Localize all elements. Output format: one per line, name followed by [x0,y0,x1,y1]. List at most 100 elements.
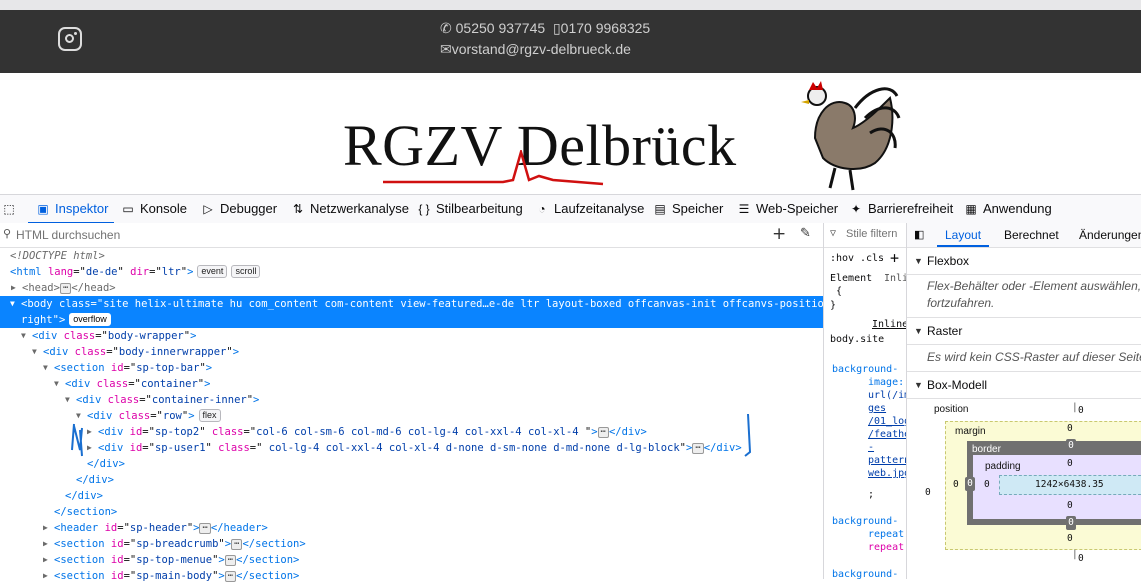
collapse-triangle-icon[interactable]: ▼ [43,360,48,376]
tab-aenderungen[interactable]: Änderungen [1079,228,1141,242]
tree-line-top-menue[interactable]: ▶ <section id="sp-top-menue"> ⋯ </section> [0,552,823,568]
expand-triangle-icon[interactable]: ▶ [43,536,48,552]
tree-line-row[interactable]: ▼ <div class="row"> flex [0,408,823,424]
border-left-value[interactable]: 0 [965,477,975,491]
boxmodel-section-header[interactable]: ▼ Box-Modell [907,371,1141,399]
rule-value-repeat[interactable]: repeat; [868,542,906,553]
tab-speicher[interactable]: ▤ Speicher [653,195,723,223]
html-search-input[interactable]: HTML durchsuchen [16,228,120,242]
padding-top-value[interactable]: 0 [1067,458,1073,469]
phone-2[interactable]: 0170 9968325 [561,20,651,36]
tab-web-speicher[interactable]: ☰ Web-Speicher [737,195,839,223]
collapse-triangle-icon[interactable]: ▼ [54,376,59,392]
tree-line-close-section[interactable]: </section> [0,504,823,520]
overflow-badge[interactable]: overflow [69,313,111,326]
add-rule-icon[interactable]: + [890,249,899,267]
collapsed-dots-icon[interactable]: ⋯ [231,539,243,550]
collapsed-dots-icon[interactable]: ⋯ [59,283,72,294]
rule-prop-bg-image-2[interactable]: image: [868,377,904,388]
collapsed-dots-icon[interactable]: ⋯ [597,427,609,438]
tab-debugger[interactable]: ▷ Debugger [201,195,277,223]
position-top-value[interactable]: 0 [1078,405,1084,416]
collapse-triangle-icon[interactable]: ▼ [32,344,37,360]
expand-triangle-icon[interactable]: ▶ [11,280,16,296]
scroll-badge[interactable]: scroll [231,265,261,278]
flex-badge[interactable]: flex [198,409,221,422]
tree-line-html[interactable]: <html lang="de-de" dir="ltr"> event scroll [0,264,823,280]
tab-layout[interactable]: Layout [945,228,981,242]
tree-line-close-div[interactable]: </div> [0,472,823,488]
collapse-triangle-icon[interactable]: ▼ [65,392,70,408]
tree-line-breadcrumb[interactable]: ▶ <section id="sp-breadcrumb"> ⋯ </section… [0,536,823,552]
collapsed-dots-icon[interactable]: ⋯ [199,523,211,534]
tree-line-main-body[interactable]: ▶ <section id="sp-main-body"> ⋯ </section> [0,568,823,584]
phone-1[interactable]: 05250 937745 [456,20,546,36]
border-top-value[interactable]: 0 [1066,439,1076,453]
position-left-value[interactable]: 0 [925,487,931,498]
event-badge[interactable]: event [197,265,228,278]
tree-line-close-div[interactable]: </div> [0,456,823,472]
tree-line-header[interactable]: ▶ <header id="sp-header"> ⋯ </header> [0,520,823,536]
eyedropper-icon[interactable]: ✎ [800,226,811,241]
rule-url-part[interactable]: url(/im [868,390,906,401]
tree-line-doctype[interactable]: <!DOCTYPE html> [0,248,823,264]
tab-barrierefreiheit[interactable]: ✦ Barrierefreiheit [849,195,953,223]
rule-prop-bg-repeat[interactable]: background- [832,516,898,527]
rule-url-part[interactable]: pattern [868,455,906,466]
expand-triangle-icon[interactable]: ▶ [43,552,48,568]
tab-inspektor[interactable]: ▣ Inspektor [27,195,116,224]
expand-triangle-icon[interactable]: ▶ [43,568,48,584]
tree-line-head[interactable]: ▶ <head> ⋯ </head> [0,280,823,296]
email-link[interactable]: vorstand@rgzv-delbrueck.de [452,41,631,57]
position-bottom-value[interactable]: 0 [1078,553,1084,564]
sidebar-toggle-icon[interactable]: ◧ [914,228,924,241]
tree-line-sp-user1[interactable]: ▶ <div id="sp-user1" class=" col-lg-4 co… [0,440,823,456]
tree-line-body-wrapper[interactable]: ▼ <div class="body-wrapper"> [0,328,823,344]
content-size[interactable]: 1242×6438.35 [1035,479,1104,490]
tab-anwendung[interactable]: ▦ Anwendung [964,195,1051,223]
hov-toggle[interactable]: :hov [830,253,854,264]
tree-line-section-top-bar[interactable]: ▼ <section id="sp-top-bar"> [0,360,823,376]
tree-line-close-div[interactable]: </div> [0,488,823,504]
grid-section-header[interactable]: ▼ Raster [907,317,1141,345]
instagram-icon[interactable] [58,27,82,51]
collapsed-dots-icon[interactable]: ⋯ [224,571,237,582]
tab-laufzeitanalyse[interactable]: ◔ Laufzeitanalyse [535,195,644,223]
rule-url-part[interactable]: /01_log [868,416,906,427]
rule-url-part[interactable]: - [868,442,874,453]
cls-toggle[interactable]: .cls [860,253,884,264]
collapsed-dots-icon[interactable]: ⋯ [224,555,237,566]
rule-prop-bg-more[interactable]: background- [832,569,898,579]
tree-line-sp-top2[interactable]: ▶ <div id="sp-top2" class="col-6 col-sm-… [0,424,823,440]
rule-url-part[interactable]: ges [868,403,886,414]
rule-url-part[interactable]: /feathe [868,429,906,440]
tab-berechnet[interactable]: Berechnet [1004,228,1059,242]
padding-bottom-value[interactable]: 0 [1067,500,1073,511]
rules-filter-input[interactable]: Stile filtern [846,228,897,240]
collapse-triangle-icon[interactable]: ▼ [21,328,26,344]
margin-top-value[interactable]: 0 [1067,423,1073,434]
margin-left-value[interactable]: 0 [953,479,959,490]
padding-left-value[interactable]: 0 [984,479,990,490]
collapsed-dots-icon[interactable]: ⋯ [692,443,704,454]
border-bottom-value[interactable]: 0 [1066,516,1076,530]
tab-stilbearbeitung[interactable]: { } Stilbearbeitung [417,195,522,223]
element-picker-icon[interactable]: ⬚ [2,195,21,223]
flexbox-section-header[interactable]: ▼ Flexbox [907,247,1141,275]
tree-line-body-innerwrapper[interactable]: ▼ <div class="body-innerwrapper"> [0,344,823,360]
rule-prop-bg-repeat-2[interactable]: repeat: [868,529,906,540]
tree-line-container[interactable]: ▼ <div class="container"> [0,376,823,392]
margin-bottom-value[interactable]: 0 [1067,533,1073,544]
tree-line-body-selected-cont[interactable]: right"> overflow [0,312,823,328]
tab-netzwerkanalyse[interactable]: ⇅ Netzwerkanalyse [291,195,409,223]
tree-line-container-inner[interactable]: ▼ <div class="container-inner"> [0,392,823,408]
expand-triangle-icon[interactable]: ▶ [43,520,48,536]
tree-line-body-selected[interactable]: ▼ <body class="site helix-ultimate hu co… [0,296,837,312]
collapse-triangle-icon[interactable]: ▼ [10,296,15,312]
inline-stylesheet-link[interactable]: Inline [872,319,906,330]
element-rule-inline[interactable]: Inli [884,273,906,284]
rule-prop-bg-image[interactable]: background- [832,364,898,375]
rule-url-part[interactable]: web.jpg [868,468,906,479]
tab-konsole[interactable]: ▭ Konsole [121,195,187,223]
add-node-icon[interactable]: + [772,224,786,244]
